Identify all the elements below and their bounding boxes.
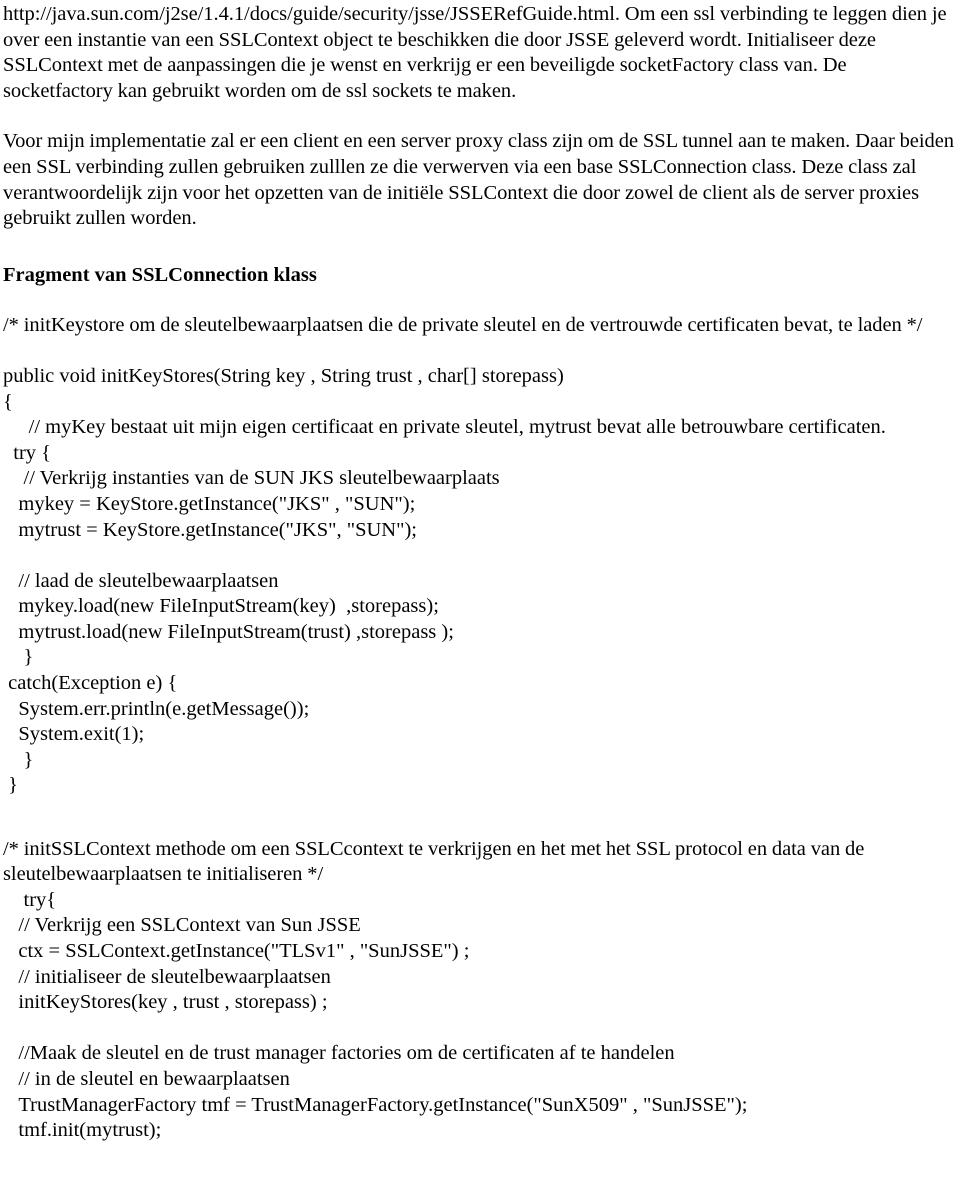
- code-line: // myKey bestaat uit mijn eigen certific…: [3, 416, 886, 439]
- comment-initsslcontext: /* initSSLContext methode om een SSLCcon…: [3, 837, 865, 886]
- code-line: try {: [3, 441, 51, 464]
- intro-paragraph: http://java.sun.com/j2se/1.4.1/docs/guid…: [3, 3, 947, 102]
- code-line: {: [3, 390, 13, 413]
- section-heading-fragment: Fragment van SSLConnection klass: [3, 263, 317, 286]
- code-line: TrustManagerFactory tmf = TrustManagerFa…: [3, 1093, 748, 1116]
- code-line: // laad de sleutelbewaarplaatsen: [3, 569, 279, 592]
- code-line: // Verkrijg instanties van de SUN JKS sl…: [3, 467, 500, 490]
- code-line: mykey.load(new FileInputStream(key) ,sto…: [3, 595, 439, 618]
- code-line: System.exit(1);: [3, 723, 145, 746]
- code-line: public void initKeyStores(String key , S…: [3, 364, 564, 387]
- code-line: mytrust = KeyStore.getInstance("JKS", "S…: [3, 518, 417, 541]
- document-content: http://java.sun.com/j2se/1.4.1/docs/guid…: [3, 2, 957, 1144]
- code-line: //Maak de sleutel en de trust manager fa…: [3, 1042, 675, 1065]
- code-line: catch(Exception e) {: [3, 672, 178, 695]
- code-line: mytrust.load(new FileInputStream(trust) …: [3, 620, 454, 643]
- code-line: initKeyStores(key , trust , storepass) ;: [3, 991, 328, 1014]
- second-paragraph: Voor mijn implementatie zal er een clien…: [3, 130, 954, 230]
- code-line: mykey = KeyStore.getInstance("JKS" , "SU…: [3, 492, 416, 515]
- code-line: // Verkrijg een SSLContext van Sun JSSE: [3, 914, 361, 937]
- document-page: http://java.sun.com/j2se/1.4.1/docs/guid…: [0, 0, 960, 1195]
- code-line: ctx = SSLContext.getInstance("TLSv1" , "…: [3, 940, 470, 962]
- code-line: }: [3, 646, 34, 669]
- code-line: // in de sleutel en bewaarplaatsen: [3, 1067, 290, 1090]
- comment-initkeystore: /* initKeystore om de sleutelbewaarplaat…: [3, 314, 923, 337]
- code-line: try{: [3, 888, 57, 911]
- code-line: }: [3, 774, 18, 797]
- code-line: tmf.init(mytrust);: [3, 1119, 162, 1142]
- code-line: System.err.println(e.getMessage());: [3, 697, 310, 720]
- code-line: }: [3, 748, 34, 771]
- code-line: // initialiseer de sleutelbewaarplaatsen: [3, 965, 331, 988]
